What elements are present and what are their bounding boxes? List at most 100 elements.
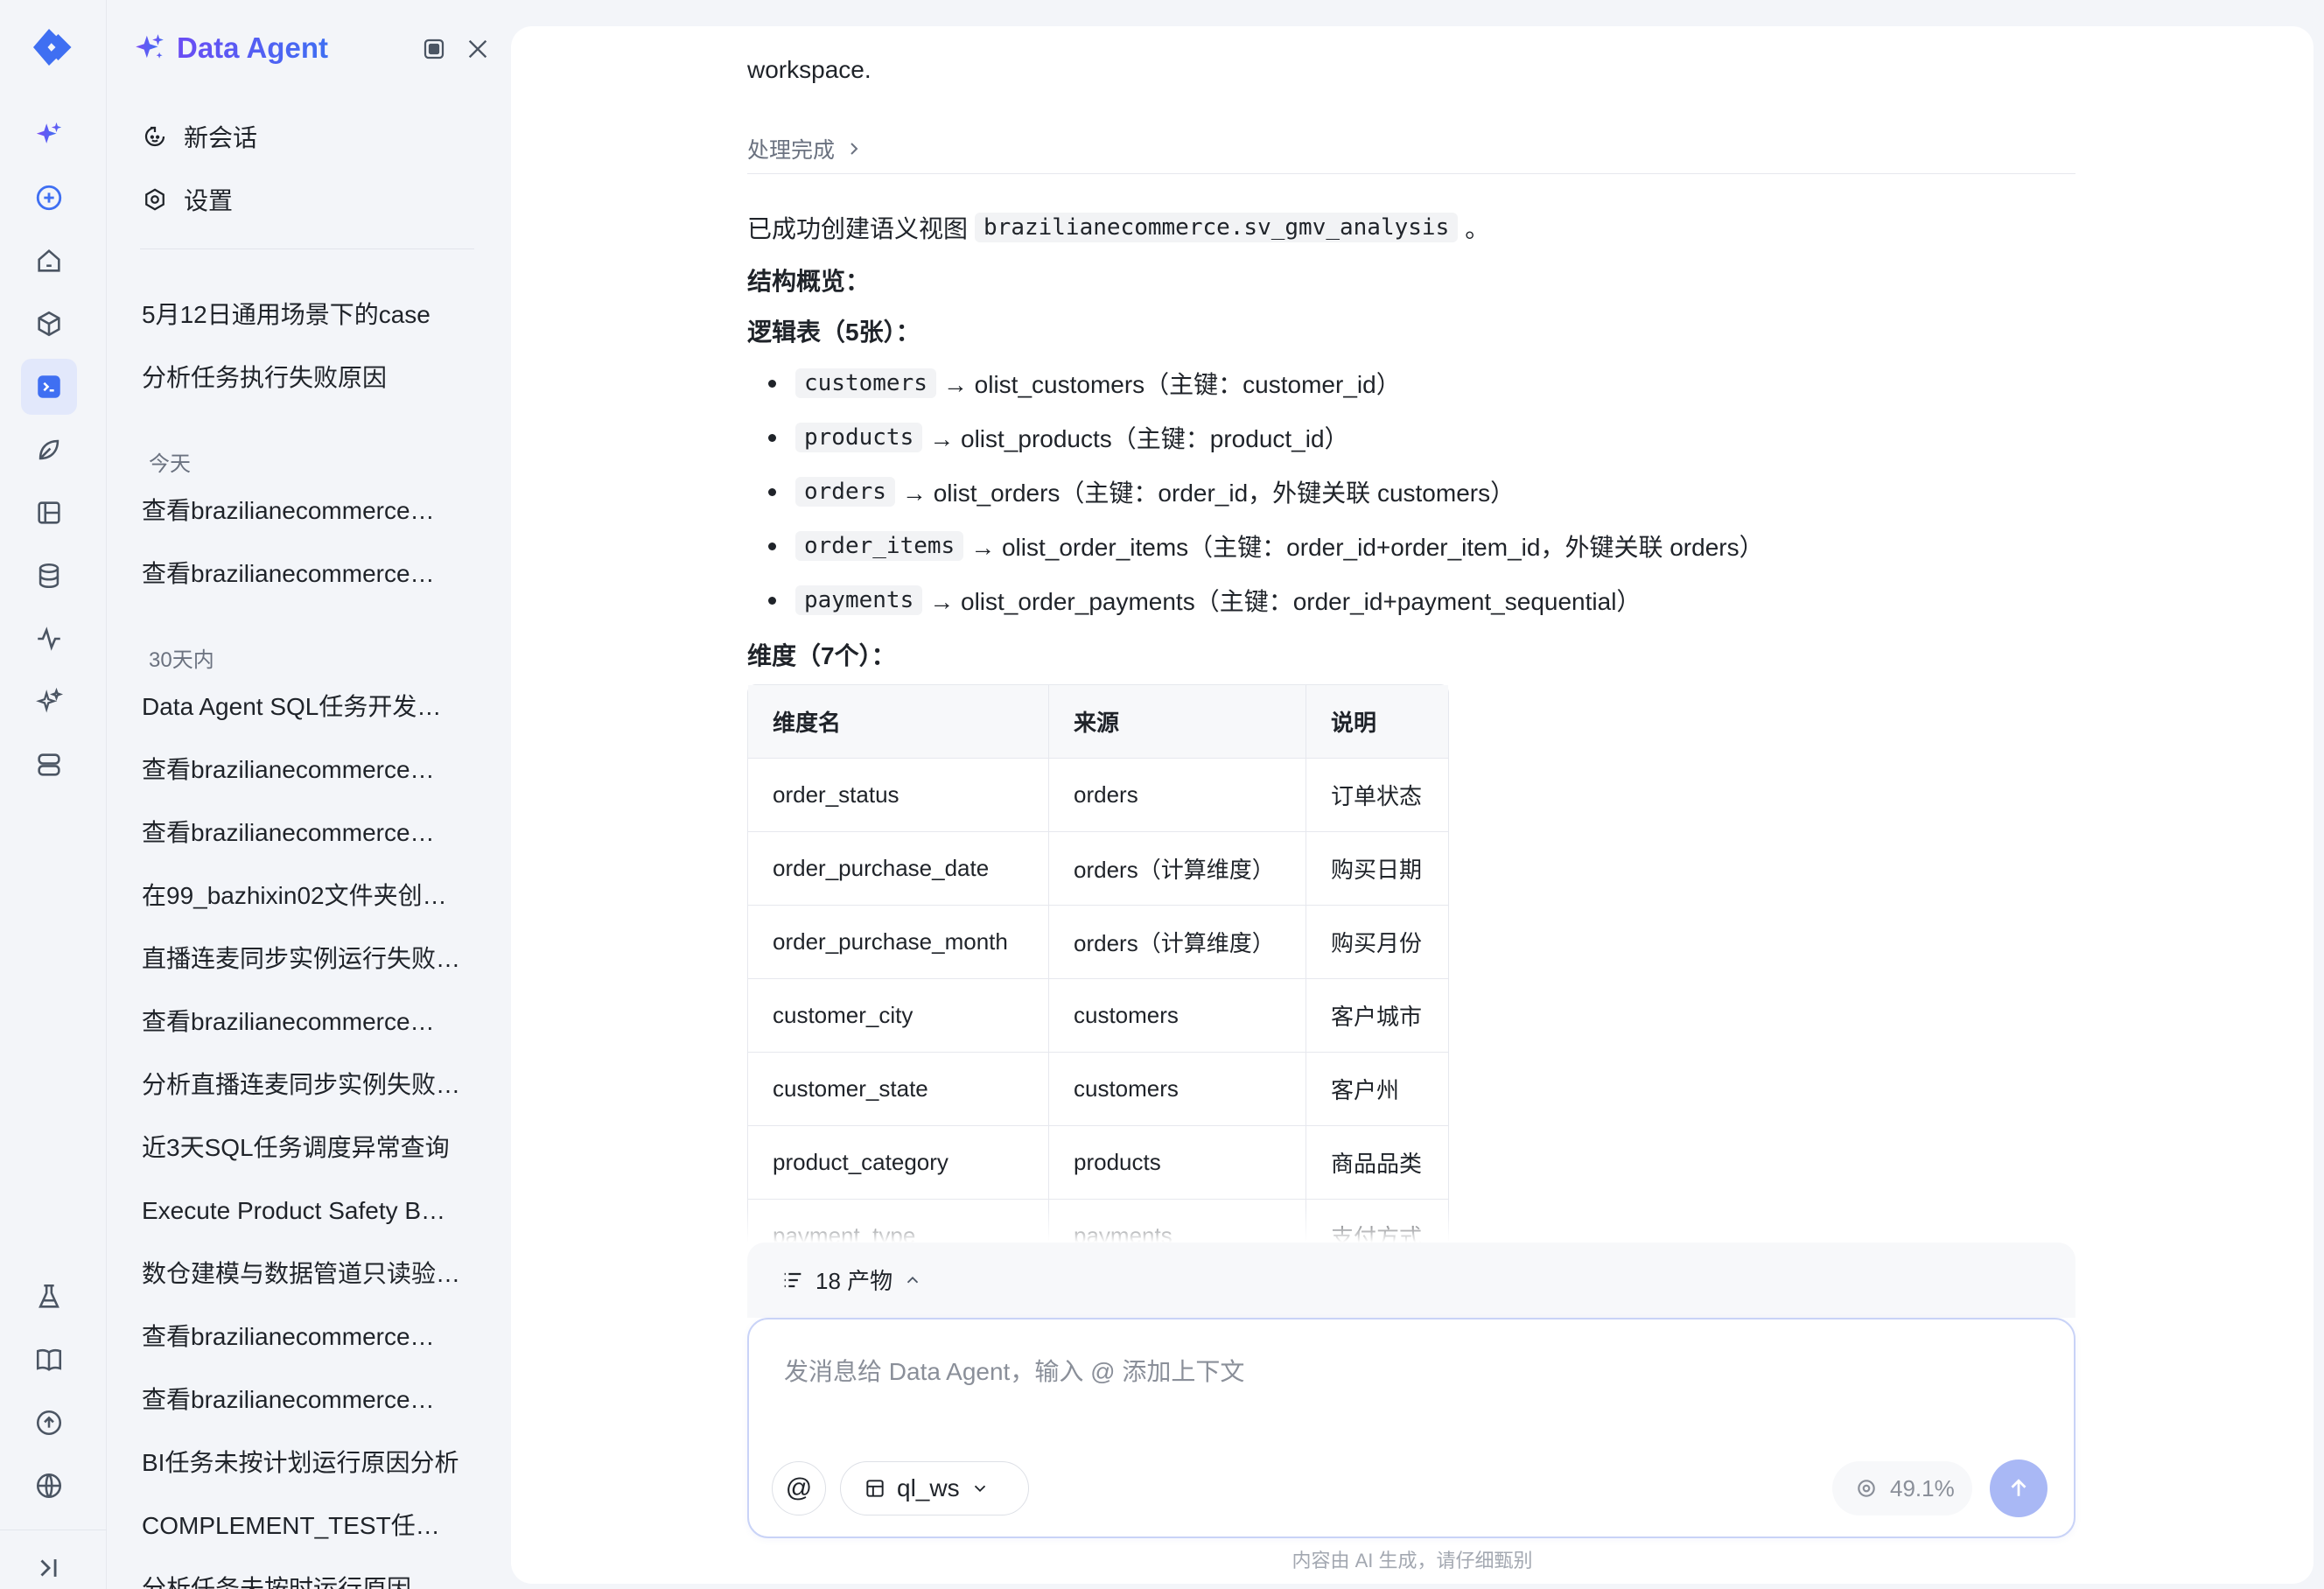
dimensions-heading: 维度（7个）：: [747, 642, 896, 669]
chat-input[interactable]: [784, 1346, 2035, 1398]
table-row: customer_city customers 客户城市: [748, 979, 1448, 1053]
structure-heading: 结构概览：: [747, 268, 871, 295]
conversation-item[interactable]: 查看brazilianecommerce…: [142, 1376, 483, 1424]
list-item: payments → olist_order_payments（主键：order…: [768, 583, 1641, 618]
new-chat-icon: [144, 126, 165, 147]
conversation-item[interactable]: 分析任务执行失败原因: [142, 354, 483, 402]
process-status-toggle[interactable]: 处理完成: [747, 133, 864, 164]
success-message: 已成功创建语义视图 brazilianecommerce.sv_gmv_anal…: [747, 210, 1489, 245]
context-usage-value: 49.1%: [1890, 1474, 1955, 1502]
list-item: order_items → olist_order_items（主键：order…: [768, 528, 1764, 564]
table-header-row: 维度名 来源 说明: [748, 685, 1448, 759]
bullet-dot: [768, 542, 776, 550]
conversation-item[interactable]: 查看brazilianecommerce…: [142, 550, 483, 598]
chevron-up-icon: [907, 1276, 919, 1283]
terminal-icon[interactable]: [21, 359, 77, 415]
conversation-item[interactable]: 查看brazilianecommerce…: [142, 808, 483, 858]
activity-icon[interactable]: [21, 611, 77, 667]
conversation-item[interactable]: 近3天SQL任务调度异常查询: [142, 1124, 483, 1172]
server-icon[interactable]: [21, 737, 77, 793]
cube-icon[interactable]: [21, 296, 77, 352]
sparkle-icon[interactable]: [21, 107, 77, 163]
conversation-item[interactable]: 分析直播连麦同步实例失败…: [142, 1060, 483, 1110]
scroll-fade: [747, 1208, 2076, 1242]
chevron-down-icon: [974, 1485, 985, 1493]
table-cell: customers: [1049, 1053, 1306, 1126]
list-item: products → olist_products（主键：product_id）: [768, 420, 1349, 455]
database-icon[interactable]: [21, 548, 77, 604]
collapse-sidebar-icon[interactable]: [21, 1540, 77, 1589]
conversation-item[interactable]: 5月12日通用场景下的case: [142, 290, 483, 340]
process-status-label: 处理完成: [747, 138, 836, 163]
conversation-item[interactable]: 直播连麦同步实例运行失败…: [142, 934, 483, 984]
conversation-panel: Data Agent 新会话 设置 5月12日通用场景下的case 分析任务执行…: [107, 0, 509, 1589]
conversation-item[interactable]: COMPLEMENT_TEST任…: [142, 1502, 483, 1550]
arrow-up-icon: [2011, 1479, 2026, 1496]
book-icon[interactable]: [21, 1332, 77, 1388]
conversation-item[interactable]: 分析任务未按时运行原因: [142, 1564, 483, 1589]
table-cell: 订单状态: [1306, 759, 1448, 832]
new-chat-button[interactable]: 新会话: [142, 112, 474, 161]
table-cell: product_category: [748, 1126, 1049, 1200]
success-prefix: 已成功创建语义视图: [747, 215, 969, 242]
table-code: products: [795, 423, 923, 452]
list-icon: [784, 1272, 802, 1287]
icon-rail: [0, 0, 107, 1589]
artifacts-toggle[interactable]: 18 产物: [780, 1264, 922, 1296]
settings-button[interactable]: 设置: [142, 175, 474, 224]
table-cell: 购买月份: [1306, 906, 1448, 979]
logo-icon[interactable]: [21, 19, 77, 75]
table-description: → olist_customers（主键：customer_id）: [942, 371, 1401, 398]
conversation-item[interactable]: 数仓建模与数据管道只读验…: [142, 1250, 483, 1298]
table-cell: order_purchase_date: [748, 832, 1049, 906]
table-cell: customers: [1049, 979, 1306, 1053]
column-header: 维度名: [748, 685, 1049, 759]
bullet-dot: [768, 596, 776, 605]
workspace-select[interactable]: ql_ws: [840, 1461, 1029, 1516]
table-description: → olist_order_payments（主键：order_id+payme…: [929, 588, 1642, 615]
table-cell: 购买日期: [1306, 832, 1448, 906]
dock-panel-icon[interactable]: [416, 32, 452, 66]
conversation-item[interactable]: 查看brazilianecommerce…: [142, 746, 483, 794]
leaf-icon[interactable]: [21, 422, 77, 478]
globe-icon[interactable]: [21, 1458, 77, 1514]
table-cell: products: [1049, 1126, 1306, 1200]
table-description: → olist_order_items（主键：order_id+order_it…: [970, 534, 1764, 561]
conversation-item[interactable]: 查看brazilianecommerce…: [142, 998, 483, 1046]
conversation-item[interactable]: Execute Product Safety B…: [142, 1186, 483, 1236]
flask-icon[interactable]: [21, 1269, 77, 1325]
message-text-fragment: workspace.: [747, 56, 872, 83]
table-cell: orders（计算维度）: [1049, 832, 1306, 906]
conversation-item[interactable]: Data Agent SQL任务开发…: [142, 682, 483, 732]
table-cell: 客户城市: [1306, 979, 1448, 1053]
close-icon[interactable]: [460, 32, 495, 66]
stars-icon[interactable]: [21, 674, 77, 730]
mention-button[interactable]: @: [772, 1461, 826, 1516]
success-suffix: 。: [1465, 215, 1490, 242]
table-cell: order_status: [748, 759, 1049, 832]
chat-composer: @ ql_ws 49.1%: [747, 1318, 2076, 1538]
book-grid-icon[interactable]: [21, 485, 77, 541]
plus-circle-icon[interactable]: [21, 170, 77, 226]
message-area[interactable]: workspace. 处理完成 已成功创建语义视图 brazilianecomm…: [747, 26, 2076, 1242]
conversation-item[interactable]: 在99_bazhixin02文件夹创…: [142, 872, 483, 920]
dimensions-table: 维度名 来源 说明 order_status orders 订单状态 order…: [747, 684, 1449, 1242]
conversation-item[interactable]: 查看brazilianecommerce…: [142, 486, 483, 536]
upload-circle-icon[interactable]: [21, 1395, 77, 1451]
table-row: order_purchase_date orders（计算维度） 购买日期: [748, 832, 1448, 906]
chevron-right-icon: [850, 143, 858, 155]
logical-tables-heading: 逻辑表（5张）：: [747, 318, 920, 346]
table-row: order_purchase_month orders（计算维度） 购买月份: [748, 906, 1448, 979]
conversation-item[interactable]: BI任务未按计划运行原因分析: [142, 1438, 483, 1488]
send-button[interactable]: [1990, 1460, 2048, 1517]
table-row: order_status orders 订单状态: [748, 759, 1448, 832]
brand: Data Agent: [133, 32, 328, 65]
artifacts-bar: 18 产物: [747, 1242, 2076, 1318]
home-icon[interactable]: [21, 233, 77, 289]
conversation-item[interactable]: 查看brazilianecommerce…: [142, 1312, 483, 1362]
table-code: customers: [795, 368, 936, 398]
group-label-today: 今天: [149, 452, 191, 476]
new-chat-label: 新会话: [184, 124, 258, 151]
bullet-dot: [768, 379, 776, 388]
column-header: 说明: [1306, 685, 1448, 759]
